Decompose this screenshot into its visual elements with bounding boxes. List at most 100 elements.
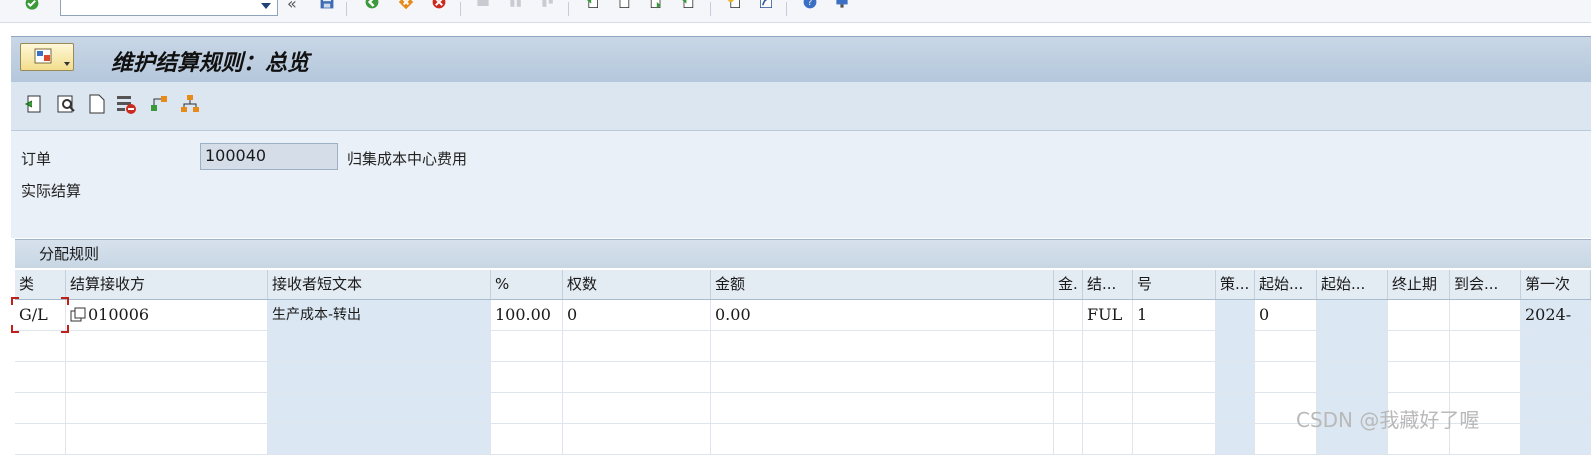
empty-cell[interactable] [66, 424, 268, 454]
to-period-cell[interactable] [1388, 300, 1450, 330]
from-year-cell[interactable] [1317, 300, 1388, 330]
table-row[interactable]: G/L 010006 生产成本-转出 100.00 0 0.00 FUL 1 0… [15, 300, 1591, 331]
column-header[interactable]: 金额 [711, 270, 1054, 299]
empty-cell[interactable] [1054, 362, 1083, 392]
menu-button[interactable] [20, 43, 74, 71]
exit-icon[interactable] [396, 0, 416, 10]
previous-level-icon[interactable] [21, 93, 43, 115]
column-header[interactable]: 接收者短文本 [268, 270, 491, 299]
empty-cell[interactable] [1521, 331, 1591, 361]
cancel-icon[interactable] [429, 0, 449, 10]
column-header[interactable]: 终止期 [1388, 270, 1450, 299]
new-entry-icon[interactable] [86, 93, 108, 115]
empty-cell[interactable] [268, 362, 491, 392]
empty-cell[interactable] [1216, 362, 1255, 392]
empty-cell[interactable] [15, 362, 66, 392]
detail-icon[interactable] [55, 93, 77, 115]
command-input[interactable] [61, 0, 255, 15]
empty-cell[interactable] [491, 424, 563, 454]
column-header[interactable]: 金. [1054, 270, 1083, 299]
column-header[interactable]: 起始... [1255, 270, 1317, 299]
column-header[interactable]: % [491, 270, 563, 299]
empty-cell[interactable] [711, 331, 1054, 361]
enter-icon[interactable] [22, 0, 42, 12]
empty-cell[interactable] [15, 424, 66, 454]
empty-cell[interactable] [1317, 331, 1388, 361]
empty-cell[interactable] [711, 424, 1054, 454]
currency-cell[interactable] [1054, 300, 1083, 330]
receiver-cell[interactable]: 010006 [66, 300, 268, 330]
empty-cell[interactable] [1216, 393, 1255, 423]
empty-cell[interactable] [1255, 362, 1317, 392]
empty-cell[interactable] [66, 362, 268, 392]
empty-cell[interactable] [563, 393, 711, 423]
empty-cell[interactable] [268, 331, 491, 361]
empty-cell[interactable] [268, 424, 491, 454]
empty-cell[interactable] [66, 393, 268, 423]
empty-cell[interactable] [1083, 393, 1133, 423]
empty-cell[interactable] [563, 424, 711, 454]
back-double-icon[interactable]: « [287, 0, 297, 13]
empty-cell[interactable] [1054, 393, 1083, 423]
number-cell[interactable]: 1 [1133, 300, 1216, 330]
empty-cell[interactable] [1216, 331, 1255, 361]
column-header[interactable]: 起始... [1317, 270, 1388, 299]
empty-cell[interactable] [15, 393, 66, 423]
find-next-icon[interactable] [538, 0, 558, 10]
empty-cell[interactable] [1216, 424, 1255, 454]
empty-cell[interactable] [1521, 424, 1591, 454]
hierarchy-up-icon[interactable] [148, 93, 170, 115]
table-row[interactable] [15, 362, 1591, 393]
prev-page-icon[interactable] [614, 0, 634, 10]
empty-cell[interactable] [563, 331, 711, 361]
next-page-icon[interactable] [646, 0, 666, 10]
empty-cell[interactable] [491, 393, 563, 423]
empty-cell[interactable] [268, 393, 491, 423]
column-header[interactable]: 第一次 [1521, 270, 1591, 299]
empty-cell[interactable] [1450, 331, 1521, 361]
percent-cell[interactable]: 100.00 [491, 300, 563, 330]
empty-cell[interactable] [1521, 362, 1591, 392]
empty-cell[interactable] [1083, 331, 1133, 361]
column-header[interactable]: 权数 [563, 270, 711, 299]
shortcut-icon[interactable] [756, 0, 776, 10]
empty-cell[interactable] [1255, 331, 1317, 361]
empty-cell[interactable] [1450, 362, 1521, 392]
save-icon[interactable] [317, 0, 337, 10]
empty-cell[interactable] [1388, 362, 1450, 392]
first-used-cell[interactable]: 2024- [1521, 300, 1591, 330]
empty-cell[interactable] [711, 362, 1054, 392]
to-year-cell[interactable] [1450, 300, 1521, 330]
empty-cell[interactable] [1317, 362, 1388, 392]
empty-cell[interactable] [563, 362, 711, 392]
hierarchy-icon[interactable] [179, 93, 201, 115]
amount-cell[interactable]: 0.00 [711, 300, 1054, 330]
delete-row-icon[interactable] [115, 93, 137, 115]
column-header[interactable]: 结算接收方 [66, 270, 268, 299]
empty-cell[interactable] [491, 331, 563, 361]
column-header[interactable]: 到会... [1450, 270, 1521, 299]
settlement-type-cell[interactable]: FUL [1083, 300, 1133, 330]
empty-cell[interactable] [1388, 331, 1450, 361]
chevron-down-icon[interactable] [261, 3, 271, 9]
empty-cell[interactable] [1521, 393, 1591, 423]
weight-cell[interactable]: 0 [563, 300, 711, 330]
copy-icon[interactable] [70, 307, 88, 323]
empty-cell[interactable] [1054, 424, 1083, 454]
empty-cell[interactable] [711, 393, 1054, 423]
order-field[interactable]: 100040 [200, 143, 338, 170]
last-page-icon[interactable] [678, 0, 698, 10]
empty-cell[interactable] [1133, 362, 1216, 392]
empty-cell[interactable] [1054, 331, 1083, 361]
column-header[interactable]: 类 [15, 270, 66, 299]
short-text-cell[interactable]: 生产成本-转出 [268, 300, 491, 330]
command-field[interactable] [60, 0, 278, 16]
back-icon[interactable] [362, 0, 382, 10]
layout-icon[interactable] [832, 0, 852, 10]
print-icon[interactable] [473, 0, 493, 10]
empty-cell[interactable] [66, 331, 268, 361]
table-row[interactable] [15, 331, 1591, 362]
column-header[interactable]: 号 [1133, 270, 1216, 299]
column-header[interactable]: 策... [1216, 270, 1255, 299]
empty-cell[interactable] [1133, 424, 1216, 454]
